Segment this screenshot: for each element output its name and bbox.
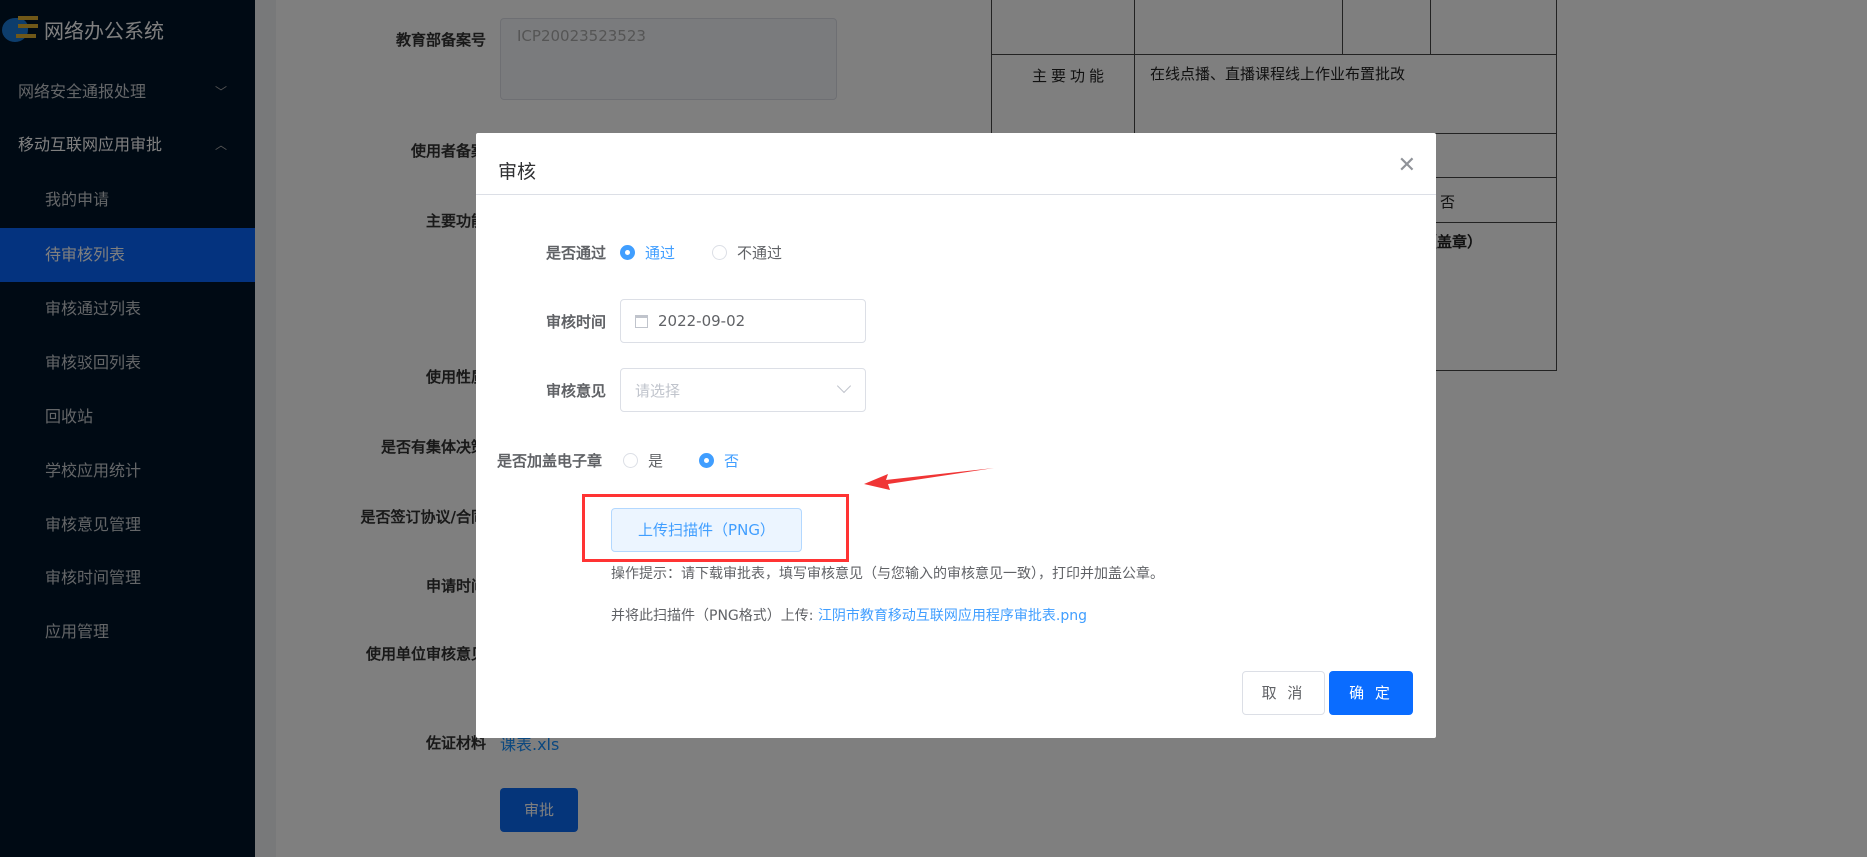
- opinion-select[interactable]: 请选择: [620, 368, 866, 412]
- radio-unchecked-icon: [623, 453, 638, 468]
- radio-unchecked-icon: [712, 245, 727, 260]
- radio-label: 是: [648, 452, 664, 470]
- time-label: 审核时间: [545, 313, 606, 331]
- radio-label: 否: [724, 452, 740, 470]
- review-dialog: 审核 ✕ 是否通过 通过 不通过 审核时间 2022-09-02 审核意见 请选…: [476, 133, 1436, 738]
- confirm-button[interactable]: 确 定: [1329, 671, 1413, 715]
- cancel-button[interactable]: 取 消: [1242, 671, 1325, 715]
- pass-label: 是否通过: [545, 244, 606, 262]
- radio-seal-yes[interactable]: 是: [623, 450, 663, 471]
- opinion-label: 审核意见: [545, 382, 606, 400]
- calendar-icon: [635, 314, 648, 328]
- radio-seal-no[interactable]: 否: [699, 450, 739, 471]
- radio-pass[interactable]: 通过: [620, 242, 675, 263]
- hint-prefix: 并将此扫描件（PNG格式）上传:: [611, 608, 818, 624]
- hint-text: 操作提示：请下载审批表，填写审核意见（与您输入的审核意见一致），打印并加盖公章。: [611, 566, 1164, 582]
- date-value: 2022-09-02: [658, 312, 746, 330]
- close-icon[interactable]: ✕: [1398, 153, 1416, 178]
- divider: [476, 194, 1436, 195]
- radio-label: 不通过: [737, 244, 783, 262]
- chevron-down-icon: [836, 378, 852, 394]
- radio-checked-icon: [620, 245, 635, 260]
- radio-checked-icon: [699, 453, 714, 468]
- radio-reject[interactable]: 不通过: [712, 242, 782, 263]
- dialog-title: 审核: [498, 161, 537, 183]
- annotation-arrow-icon: [864, 468, 994, 490]
- seal-label: 是否加盖电子章: [497, 452, 603, 470]
- review-date-input[interactable]: 2022-09-02: [620, 299, 866, 343]
- radio-label: 通过: [645, 244, 676, 262]
- upload-scan-button[interactable]: 上传扫描件（PNG）: [611, 508, 802, 552]
- hint-text-2: 并将此扫描件（PNG格式）上传: 江阴市教育移动互联网应用程序审批表.png: [611, 605, 1087, 625]
- download-template-link[interactable]: 江阴市教育移动互联网应用程序审批表.png: [818, 608, 1087, 624]
- select-placeholder: 请选择: [635, 381, 681, 400]
